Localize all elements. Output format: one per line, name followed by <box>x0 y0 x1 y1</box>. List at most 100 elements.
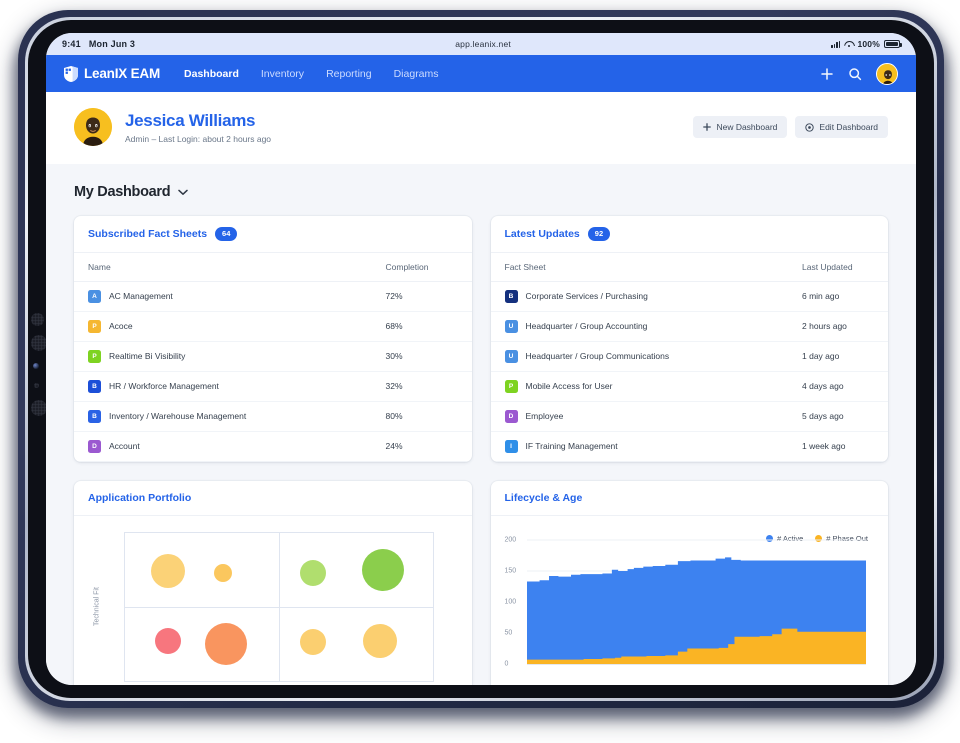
fact-sheet-type-icon: U <box>504 349 518 363</box>
card-header: Lifecycle & Age <box>490 481 888 516</box>
cell-value: 24% <box>371 431 472 462</box>
axis-label-y: Technical Fit <box>93 587 101 627</box>
dashboard-selector[interactable]: My Dashboard <box>74 184 888 200</box>
battery-percent: 100% <box>857 39 880 49</box>
table-row[interactable]: U Headquarter / Group Communications 1 day… <box>490 341 888 372</box>
cellular-signal-icon <box>831 40 841 48</box>
fact-sheet-name: Inventory / Warehouse Management <box>109 411 247 422</box>
table-row[interactable]: B Corporate Services / Purchasing 6 min ag… <box>490 281 888 312</box>
fact-sheet-type-icon: D <box>504 409 518 423</box>
cell-value: 32% <box>371 371 472 402</box>
cell-name: I IF Training Management <box>490 431 788 462</box>
table-row[interactable]: U Headquarter / Group Accounting 2 hours a… <box>490 311 888 342</box>
portfolio-chart: Technical Fit Functional Fit <box>74 516 472 685</box>
cell-name: D Account <box>74 431 372 462</box>
card-subscribed-fact-sheets: Subscribed Fact Sheets 64 Name Completio… <box>74 216 472 462</box>
fact-sheet-type-icon: B <box>88 379 101 393</box>
portfolio-bubble[interactable] <box>205 622 248 665</box>
edit-dashboard-button[interactable]: Edit Dashboard <box>795 116 888 138</box>
sensor-dot <box>34 383 39 388</box>
portfolio-matrix[interactable] <box>124 531 434 682</box>
updates-table: Fact Sheet Last Updated B Corporate Servi… <box>490 252 888 462</box>
ios-status-bar: 9:41 Mon Jun 3 app.leanix.net 100% <box>46 33 916 55</box>
portfolio-bubble[interactable] <box>214 563 233 582</box>
card-application-portfolio: Application Portfolio Technical Fit Func… <box>74 480 472 685</box>
fact-sheet-type-icon: U <box>504 319 518 333</box>
fact-sheet-name: IF Training Management <box>525 441 618 452</box>
fact-sheet-name: Headquarter / Group Communications <box>525 351 670 362</box>
cell-name: P Mobile Access for User <box>490 371 788 402</box>
plus-icon[interactable] <box>820 67 834 81</box>
table-row[interactable]: P Realtime Bi Visibility 30% <box>74 341 472 372</box>
portfolio-bubble[interactable] <box>362 548 405 591</box>
quadrant-line-horizontal <box>125 606 433 608</box>
edit-dashboard-label: Edit Dashboard <box>819 122 878 132</box>
dashboard-body: My Dashboard Subscribed Fact Sheets 64 N… <box>46 164 916 685</box>
fact-sheet-type-icon: I <box>504 439 518 453</box>
status-date: Mon Jun 3 <box>88 39 136 49</box>
chevron-down-icon[interactable] <box>178 189 189 196</box>
dashboard-grid: Subscribed Fact Sheets 64 Name Completio… <box>74 216 888 685</box>
fact-sheet-name: AC Management <box>109 291 173 302</box>
browser-url: app.leanix.net <box>455 39 511 49</box>
portfolio-bubble[interactable] <box>155 627 182 654</box>
nav-avatar[interactable] <box>876 62 898 85</box>
column-header-last-updated: Last Updated <box>788 252 888 282</box>
cell-value: 1 week ago <box>788 431 888 462</box>
card-header: Latest Updates 92 <box>490 216 888 253</box>
new-dashboard-button[interactable]: New Dashboard <box>693 116 788 138</box>
cell-value: 30% <box>371 341 472 372</box>
fact-sheet-name: HR / Workforce Management <box>109 381 219 392</box>
gear-icon <box>805 122 815 132</box>
cell-value: 2 hours ago <box>788 311 888 342</box>
portfolio-bubble[interactable] <box>363 623 398 658</box>
table-row[interactable]: D Employee 5 days ago <box>490 401 888 432</box>
column-header-fact-sheet: Fact Sheet <box>490 252 788 282</box>
cell-name: B Corporate Services / Purchasing <box>490 281 788 312</box>
battery-icon <box>884 40 902 48</box>
nav-link-inventory[interactable]: Inventory <box>261 68 304 80</box>
cell-value: 6 min ago <box>788 281 888 312</box>
status-badge: 64 <box>215 227 238 241</box>
area-chart[interactable]: # Active # Phase Out 0501001502002016201… <box>504 532 875 685</box>
card-title: Latest Updates <box>504 227 580 240</box>
wifi-icon <box>844 40 853 48</box>
fact-sheet-name: Headquarter / Group Accounting <box>525 321 648 332</box>
cell-value: 4 days ago <box>788 371 888 402</box>
search-icon[interactable] <box>848 67 862 81</box>
table-row[interactable]: D Account 24% <box>74 431 472 462</box>
y-axis-tick: 50 <box>504 629 513 637</box>
table-row[interactable]: I IF Training Management 1 week ago <box>490 431 888 462</box>
portfolio-bubble[interactable] <box>299 629 326 656</box>
brand[interactable]: LeanIX EAM <box>64 65 160 82</box>
fact-sheet-name: Corporate Services / Purchasing <box>525 291 648 302</box>
portfolio-bubble[interactable] <box>151 554 186 589</box>
portfolio-bubble[interactable] <box>299 559 326 586</box>
fact-sheet-type-icon: D <box>88 439 101 453</box>
plus-icon <box>703 123 712 131</box>
nav-link-dashboard[interactable]: Dashboard <box>184 68 239 80</box>
area-chart-svg <box>526 539 866 665</box>
fact-sheet-type-icon: A <box>88 289 101 303</box>
nav-link-reporting[interactable]: Reporting <box>326 68 372 80</box>
avatar <box>74 108 112 146</box>
table-row[interactable]: B Inventory / Warehouse Management 80% <box>74 401 472 432</box>
fact-sheet-name: Mobile Access for User <box>525 381 613 392</box>
speaker-grill-top <box>31 313 44 326</box>
table-row[interactable]: A AC Management 72% <box>74 281 472 312</box>
fact-sheet-name: Acoce <box>109 321 133 332</box>
cell-name: U Headquarter / Group Communications <box>490 341 788 372</box>
app-navbar: LeanIX EAM Dashboard Inventory Reporting… <box>46 55 916 92</box>
tablet-screen: 9:41 Mon Jun 3 app.leanix.net 100% LeanI… <box>46 33 916 685</box>
fact-sheet-type-icon: B <box>88 409 101 423</box>
table-row[interactable]: P Acoce 68% <box>74 311 472 342</box>
table-row[interactable]: B HR / Workforce Management 32% <box>74 371 472 402</box>
card-title: Application Portfolio <box>88 491 192 504</box>
y-axis-tick: 200 <box>504 536 517 544</box>
nav-link-diagrams[interactable]: Diagrams <box>394 68 439 80</box>
cell-value: 72% <box>371 281 472 312</box>
dashboard-title: My Dashboard <box>74 184 171 200</box>
cell-name: P Realtime Bi Visibility <box>74 341 372 372</box>
table-row[interactable]: P Mobile Access for User 4 days ago <box>490 371 888 402</box>
card-lifecycle-age: Lifecycle & Age # Active # Phase Out 0 5… <box>490 480 888 685</box>
